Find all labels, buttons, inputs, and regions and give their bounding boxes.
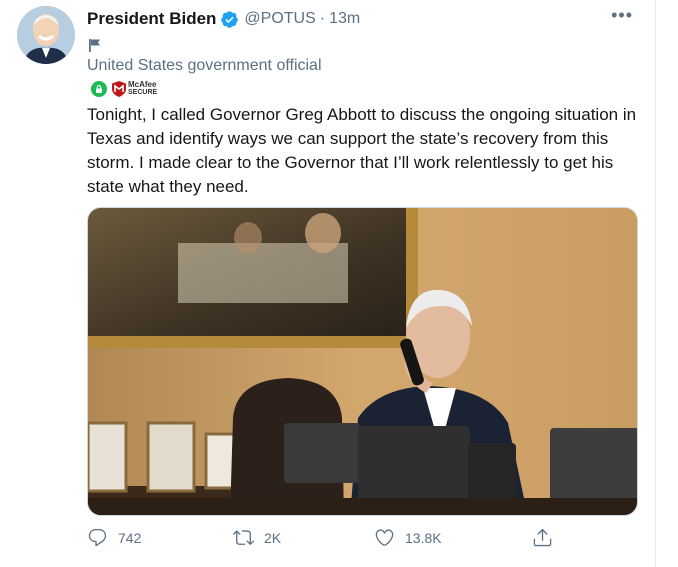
retweet-count: 2K: [264, 529, 282, 546]
avatar[interactable]: [17, 6, 75, 64]
like-button[interactable]: 13.8K: [374, 527, 442, 548]
tweet: President Biden @POTUS · 13m ••• United …: [0, 0, 656, 567]
photo-image: [88, 208, 637, 515]
more-options-icon[interactable]: •••: [611, 5, 633, 26]
reply-icon: [88, 528, 107, 547]
mcafee-brand: McAfee: [128, 80, 157, 89]
separator-dot: ·: [319, 10, 326, 27]
share-icon: [533, 528, 552, 547]
government-label: United States government official: [87, 57, 322, 74]
mcafee-badge[interactable]: McAfee SECURE: [112, 81, 157, 97]
tweet-header: President Biden @POTUS · 13m: [87, 7, 360, 31]
tweet-text: Tonight, I called Governor Greg Abbott t…: [87, 105, 637, 196]
flag-icon: [87, 37, 103, 53]
timestamp[interactable]: 13m: [329, 10, 360, 28]
verified-badge-icon: [220, 10, 239, 29]
author-name[interactable]: President Biden: [87, 9, 216, 29]
heart-icon: [375, 529, 394, 546]
reply-count: 742: [118, 529, 142, 546]
tweet-actions: 742 2K 13.8K: [87, 527, 557, 557]
avatar-portrait: [17, 6, 75, 64]
retweet-icon: [233, 530, 254, 545]
security-badges: McAfee SECURE: [91, 80, 157, 98]
mcafee-shield-icon: [112, 81, 126, 97]
lock-icon: [91, 81, 107, 97]
tweet-photo[interactable]: [87, 207, 638, 516]
reply-button[interactable]: 742: [87, 527, 141, 548]
like-count: 13.8K: [405, 529, 442, 546]
mcafee-secure-label: SECURE: [128, 89, 158, 96]
share-button[interactable]: [532, 527, 553, 548]
retweet-button[interactable]: 2K: [233, 527, 281, 548]
author-handle[interactable]: @POTUS: [244, 10, 315, 28]
